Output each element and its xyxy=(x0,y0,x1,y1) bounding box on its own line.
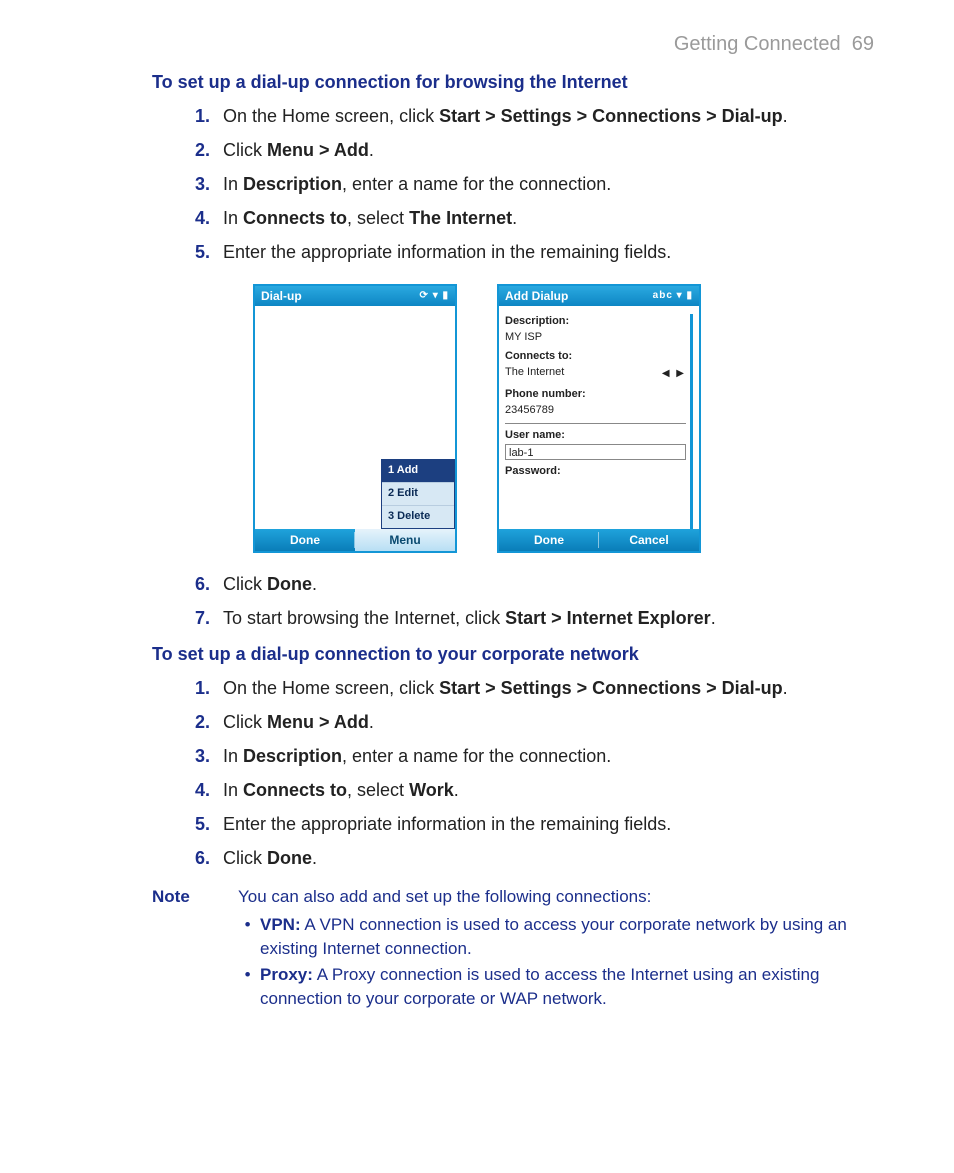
device-a-softbar: Done Menu xyxy=(255,529,455,551)
softkey-done[interactable]: Done xyxy=(499,529,599,551)
softkey-done[interactable]: Done xyxy=(255,529,355,551)
softkey-menu[interactable]: Menu xyxy=(355,529,455,551)
value-description[interactable]: MY ISP xyxy=(505,330,686,346)
note-block: Note You can also add and set up the fol… xyxy=(152,885,874,1012)
separator xyxy=(505,423,686,424)
label-username: User name: xyxy=(505,428,686,444)
steps-list-2: On the Home screen, click Start > Settin… xyxy=(195,675,874,872)
steps-list-1b: Click Done. To start browsing the Intern… xyxy=(195,571,874,631)
step-6: Click Done. xyxy=(195,845,874,871)
label-connects-to: Connects to: xyxy=(505,349,686,365)
note-label: Note xyxy=(152,885,238,1012)
step-3: In Description, enter a name for the con… xyxy=(195,743,874,769)
step-1: On the Home screen, click Start > Settin… xyxy=(195,103,874,129)
device-b-softbar: Done Cancel xyxy=(499,529,699,551)
note-intro: You can also add and set up the followin… xyxy=(238,885,874,909)
section-title-2: To set up a dial-up connection to your c… xyxy=(152,641,874,667)
device-a-body: 1 Add 2 Edit 3 Delete xyxy=(255,306,455,529)
device-b-body: Description: MY ISP Connects to: The Int… xyxy=(499,306,699,529)
selector-arrows-icon[interactable]: ◀ ▶ xyxy=(662,367,686,382)
step-5: Enter the appropriate information in the… xyxy=(195,811,874,837)
step-2: Click Menu > Add. xyxy=(195,137,874,163)
step-2: Click Menu > Add. xyxy=(195,709,874,735)
label-phone: Phone number: xyxy=(505,387,686,403)
input-username[interactable]: lab-1 xyxy=(505,444,686,460)
device-a-title: Dial-up xyxy=(261,286,302,306)
device-b-titlebar: Add Dialup abc ▾ ▮ xyxy=(499,286,699,306)
steps-list-1: On the Home screen, click Start > Settin… xyxy=(195,103,874,265)
menu-item-delete[interactable]: 3 Delete xyxy=(382,505,454,528)
device-screenshots: Dial-up ⟳ ▾ ▮ 1 Add 2 Edit 3 Delete Done… xyxy=(80,284,874,553)
step-1: On the Home screen, click Start > Settin… xyxy=(195,675,874,701)
menu-item-add[interactable]: 1 Add xyxy=(382,460,454,482)
label-description: Description: xyxy=(505,314,686,330)
step-7: To start browsing the Internet, click St… xyxy=(195,605,874,631)
status-icons: ⟳ ▾ ▮ xyxy=(420,286,449,306)
step-3: In Description, enter a name for the con… xyxy=(195,171,874,197)
step-5: Enter the appropriate information in the… xyxy=(195,239,874,265)
value-phone[interactable]: 23456789 xyxy=(505,403,686,419)
menu-item-edit[interactable]: 2 Edit xyxy=(382,482,454,505)
page-number: 69 xyxy=(852,33,874,55)
step-4: In Connects to, select Work. xyxy=(195,777,874,803)
label-password: Password: xyxy=(505,464,686,480)
status-icons: abc ▾ ▮ xyxy=(653,286,693,306)
page-header: Getting Connected 69 xyxy=(80,30,874,59)
step-4: In Connects to, select The Internet. xyxy=(195,205,874,231)
value-connects-to[interactable]: The Internet xyxy=(505,365,564,381)
note-vpn: VPN: A VPN connection is used to access … xyxy=(260,913,874,961)
device-dialup-list: Dial-up ⟳ ▾ ▮ 1 Add 2 Edit 3 Delete Done… xyxy=(253,284,457,553)
section-title-1: To set up a dial-up connection for brows… xyxy=(152,69,874,95)
softkey-cancel[interactable]: Cancel xyxy=(599,529,699,551)
device-b-title: Add Dialup xyxy=(505,286,568,306)
device-a-titlebar: Dial-up ⟳ ▾ ▮ xyxy=(255,286,455,306)
note-proxy: Proxy: A Proxy connection is used to acc… xyxy=(260,963,874,1011)
device-add-dialup: Add Dialup abc ▾ ▮ Description: MY ISP C… xyxy=(497,284,701,553)
chapter-title: Getting Connected xyxy=(674,33,841,55)
note-body: You can also add and set up the followin… xyxy=(238,885,874,1012)
context-menu: 1 Add 2 Edit 3 Delete xyxy=(381,459,455,529)
step-6: Click Done. xyxy=(195,571,874,597)
